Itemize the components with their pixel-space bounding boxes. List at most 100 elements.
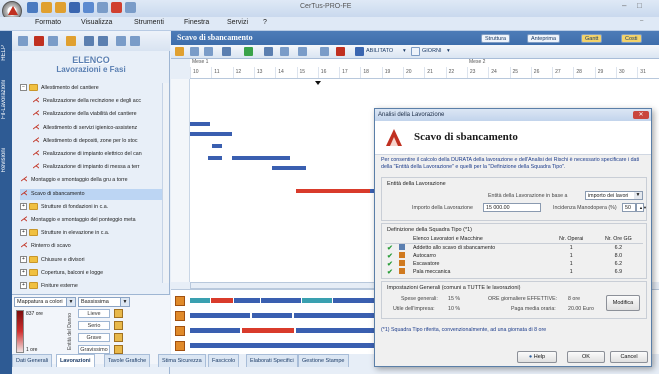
check-icon[interactable]: ✔ (387, 261, 393, 268)
tree-item[interactable]: ⋌ Realizzazione di impianto di messa a te… (32, 162, 162, 173)
gantt-bar[interactable] (232, 156, 290, 160)
scale-icon[interactable] (411, 47, 420, 56)
tree-item[interactable]: + Copertura, balconi e logge (20, 268, 162, 279)
expand-icon[interactable]: + (20, 229, 27, 237)
tab-dati-generali[interactable]: Dati Generali (12, 354, 53, 367)
ore-value[interactable]: 6.2 (594, 260, 643, 268)
tree-item[interactable]: ⋌ Allestimento di servizi igienico-assist… (32, 123, 162, 134)
operai-value[interactable]: 1 (549, 252, 594, 260)
gantt-button[interactable]: Gantt (581, 34, 603, 43)
ribbon-minimize-icon[interactable]: – (640, 18, 643, 24)
tree-item[interactable]: + Finiture esterne (20, 281, 162, 292)
importo-input[interactable]: 15 000.00 (483, 203, 541, 212)
tree-item[interactable]: ⋌ Realizzazione di impianto elettrico del… (32, 149, 162, 160)
table-row[interactable]: ✔ Pala meccanica 1 6.9 (385, 268, 643, 276)
ore-value[interactable]: 6.9 (594, 268, 643, 276)
maximize-icon[interactable]: □ (637, 1, 642, 10)
menu-visualizza[interactable]: Visualizza (81, 19, 112, 26)
grid-icon[interactable] (280, 47, 289, 56)
sun-icon[interactable] (175, 47, 184, 56)
chevron-down-icon[interactable]: ▾ (447, 48, 450, 54)
tree-item[interactable]: + Strutture di fondazioni in c.a. (20, 202, 162, 213)
save-icon[interactable] (69, 2, 80, 13)
menu-help[interactable]: ? (263, 19, 267, 26)
open-folder-icon[interactable] (41, 2, 52, 13)
link-icon[interactable] (222, 47, 231, 56)
abilitato-dropdown[interactable]: ABILITATO (366, 48, 393, 54)
table-row[interactable]: ✔ Addetto allo scavo di sbancamento 1 6.2 (385, 244, 643, 253)
filter-icon[interactable] (320, 47, 329, 56)
critical-path-icon[interactable] (336, 47, 345, 56)
gantt-bar[interactable] (190, 122, 210, 126)
tree-item[interactable]: ⋌ Realizzazione della recinzione e degli … (32, 96, 162, 107)
tree-scrollbar[interactable] (162, 83, 169, 283)
properties-icon[interactable] (48, 36, 58, 46)
tree-item[interactable]: ⋌ Montaggio e smontaggio del ponteggio me… (20, 215, 162, 226)
move-up-icon[interactable] (84, 36, 94, 46)
ore-value[interactable]: 8.0 (594, 252, 643, 260)
abilitato-icon[interactable] (355, 47, 364, 56)
check-icon[interactable]: ✔ (387, 245, 393, 252)
expand-icon[interactable]: + (20, 255, 27, 263)
tree-item[interactable]: + Strutture in elevazione in c.a. (20, 228, 162, 239)
modifica-button[interactable]: Modifica (606, 295, 640, 311)
tree-item[interactable]: ⋌ Allestimento di depositi, zone per lo s… (32, 136, 162, 147)
close-icon[interactable]: ✕ (633, 111, 649, 119)
tree-item[interactable]: ⋌ Scavo di sbancamento (20, 188, 162, 200)
gantt-bar[interactable] (272, 166, 306, 170)
expand-icon[interactable]: + (20, 268, 27, 276)
operai-value[interactable]: 1 (549, 268, 594, 276)
cancel-button[interactable]: Cancel (610, 351, 648, 363)
collapse-icon[interactable]: − (20, 84, 27, 92)
new-file-icon[interactable] (27, 2, 38, 13)
print-icon[interactable] (97, 2, 108, 13)
tab-tavole-grafiche[interactable]: Tavole Grafiche (104, 354, 151, 367)
expand-icon[interactable] (116, 36, 126, 46)
zoom-in-icon[interactable] (190, 47, 199, 56)
tree-item[interactable]: ⋌ Montaggio e smontaggio della gru a torr… (20, 175, 162, 186)
menu-strumenti[interactable]: Strumenti (134, 19, 164, 26)
tab-fascicolo[interactable]: Fascicolo (208, 354, 240, 367)
check-icon[interactable]: ✔ (387, 253, 393, 260)
zoom-out-icon[interactable] (204, 47, 213, 56)
move-down-icon[interactable] (98, 36, 108, 46)
menu-finestra[interactable]: Finestra (184, 19, 209, 26)
giorni-dropdown[interactable]: GIORNI (422, 48, 442, 54)
anteprima-button[interactable]: Anteprima (527, 34, 561, 43)
ok-button[interactable]: OK (567, 351, 605, 363)
flag-icon[interactable] (244, 47, 253, 56)
side-tab-lavorazioni[interactable]: Fil-Lavorazioni (1, 80, 7, 119)
tab-stima-sicurezza[interactable]: Stima Sicurezza (158, 354, 206, 367)
open-recent-icon[interactable] (55, 2, 66, 13)
tree-item[interactable]: ⋌ Realizzazione della viabilità del canti… (32, 109, 162, 120)
tab-gestione-stampe[interactable]: Gestione Stampe (298, 354, 349, 367)
menu-formato[interactable]: Formato (35, 19, 61, 26)
expand-icon[interactable]: + (20, 282, 27, 290)
folder-icon[interactable] (66, 36, 76, 46)
basis-select[interactable]: importo dei lavori ▼ (585, 191, 643, 200)
gantt-bar[interactable] (212, 144, 222, 148)
tab-elaborati-specifici[interactable]: Elaborati Specifici (246, 354, 298, 367)
struttura-button[interactable]: Struttura (481, 34, 511, 43)
expand-icon[interactable]: + (20, 202, 27, 210)
operai-value[interactable]: 1 (549, 244, 594, 253)
preview-icon[interactable] (125, 2, 136, 13)
minimize-icon[interactable]: – (622, 1, 626, 10)
calendar-icon[interactable] (264, 47, 273, 56)
tools-icon[interactable] (111, 2, 122, 13)
gantt-hscrollbar[interactable] (190, 282, 380, 289)
operai-value[interactable]: 1 (549, 260, 594, 268)
add-icon[interactable] (18, 36, 28, 46)
chevron-down-icon[interactable]: ▾ (403, 48, 406, 54)
table-row[interactable]: ✔ Escavatore 1 6.2 (385, 260, 643, 268)
map-select[interactable]: Mappatura a colori ▼ (14, 297, 76, 307)
tree-item[interactable]: ⋌ Rinterro di scavo (20, 241, 162, 252)
incidenza-stepper[interactable]: ▲▼ (636, 203, 647, 212)
table-row[interactable]: ✔ Autocarro 1 8.0 (385, 252, 643, 260)
tab-lavorazioni[interactable]: Lavorazioni (56, 354, 95, 367)
gantt-bar[interactable] (296, 189, 370, 193)
gantt-bar[interactable] (190, 132, 232, 136)
tree-item[interactable]: + Chiusure e divisori (20, 255, 162, 266)
check-icon[interactable]: ✔ (387, 269, 393, 276)
costi-button[interactable]: Costi (621, 34, 642, 43)
